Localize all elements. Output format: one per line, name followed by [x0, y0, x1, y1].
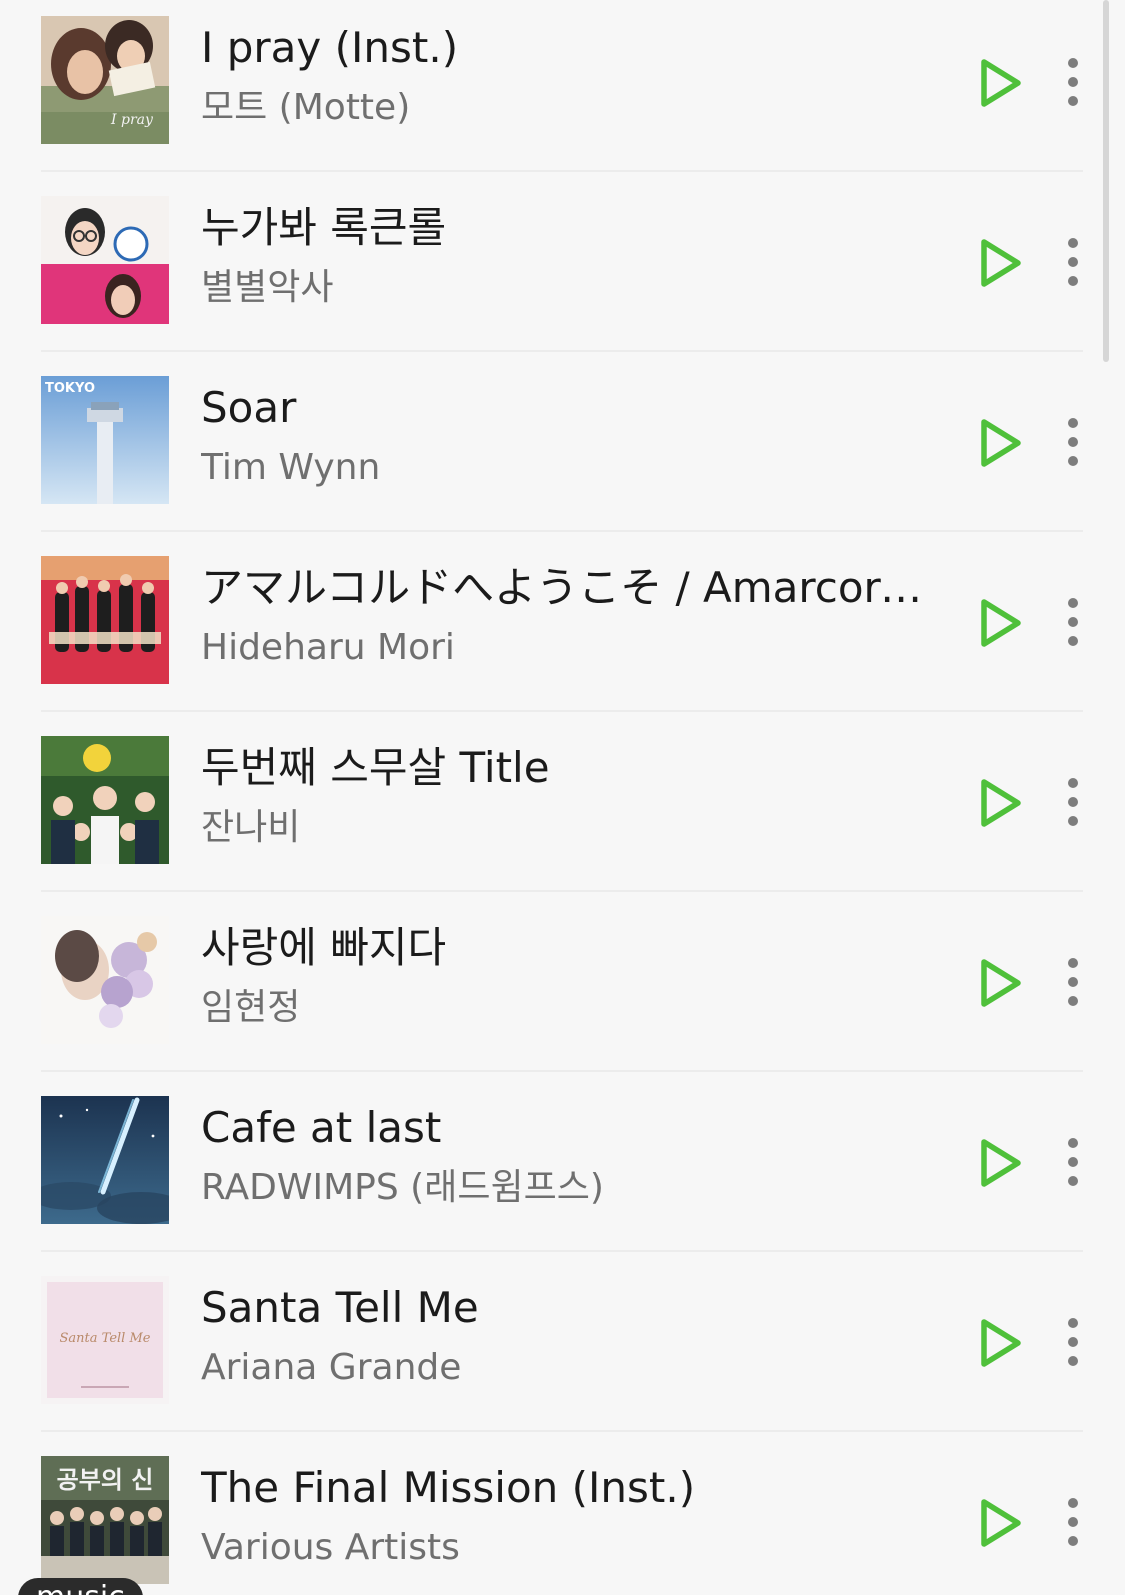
more-vert-icon	[1068, 58, 1078, 106]
play-icon	[981, 779, 1021, 827]
album-art-night-sky-icon	[41, 1096, 169, 1224]
cover-text: 공부의 신	[57, 1466, 154, 1494]
track-title: Cafe at last	[201, 1103, 442, 1152]
album-art-drama-couple-icon: I pray	[41, 16, 169, 144]
play-button[interactable]	[975, 1495, 1025, 1551]
album-art-floral-portrait-icon	[41, 916, 169, 1044]
cover-text: TOKYO	[45, 381, 95, 396]
track-title: アマルコルドへようこそ / Amarcord...	[201, 563, 936, 612]
track-row[interactable]: TOKYO Soar Tim Wynn	[0, 352, 1125, 532]
track-title: 누가봐 록큰롤	[201, 203, 447, 252]
music-tab-pill[interactable]: music	[18, 1578, 143, 1595]
album-art-green-cast-icon	[41, 736, 169, 864]
track-title: I pray (Inst.)	[201, 23, 459, 72]
album-art-red-group-icon	[41, 556, 169, 684]
play-icon	[981, 419, 1021, 467]
more-options-button[interactable]	[1060, 54, 1086, 110]
track-row[interactable]: Santa Tell Me Santa Tell Me Ariana Grand…	[0, 1252, 1125, 1432]
album-art-pink-script-icon: Santa Tell Me	[41, 1276, 169, 1404]
track-artist: RADWIMPS (래드윔프스)	[201, 1167, 604, 1208]
track-row[interactable]: 누가봐 록큰롤 별별악사	[0, 172, 1125, 352]
track-row[interactable]: 두번째 스무살 Title 잔나비	[0, 712, 1125, 892]
track-title: Santa Tell Me	[201, 1283, 479, 1332]
song-list-screen: I pray I pray (Inst.) 모트 (Motte) 누가봐 록큰롤…	[0, 0, 1125, 1595]
track-artist: 별별악사	[201, 267, 334, 308]
more-options-button[interactable]	[1060, 774, 1086, 830]
more-vert-icon	[1068, 1318, 1078, 1366]
track-artist: 잔나비	[201, 807, 301, 848]
scrollbar-thumb[interactable]	[1103, 0, 1109, 362]
more-vert-icon	[1068, 1138, 1078, 1186]
track-title: 두번째 스무살 Title	[201, 743, 550, 792]
album-art-class-group-icon: 공부의 신	[41, 1456, 169, 1584]
track-row[interactable]: 공부의 신 The Final Mission (Inst.) Various …	[0, 1432, 1125, 1595]
more-options-button[interactable]	[1060, 1134, 1086, 1190]
track-row[interactable]: I pray I pray (Inst.) 모트 (Motte)	[0, 0, 1125, 172]
play-button[interactable]	[975, 1135, 1025, 1191]
track-artist: Ariana Grande	[201, 1347, 462, 1388]
more-options-button[interactable]	[1060, 1494, 1086, 1550]
track-artist: 모트 (Motte)	[201, 87, 411, 128]
play-button[interactable]	[975, 955, 1025, 1011]
more-vert-icon	[1068, 238, 1078, 286]
svg-text:I pray: I pray	[110, 112, 154, 128]
album-art-pink-portrait-icon	[41, 196, 169, 324]
cover-text: Santa Tell Me	[60, 1331, 151, 1346]
more-options-button[interactable]	[1060, 954, 1086, 1010]
track-row[interactable]: アマルコルドへようこそ / Amarcord... Hideharu Mori	[0, 532, 1125, 712]
play-icon	[981, 1139, 1021, 1187]
track-artist: Hideharu Mori	[201, 627, 455, 668]
track-artist: Tim Wynn	[201, 447, 381, 488]
track-artist: Various Artists	[201, 1527, 460, 1568]
play-icon	[981, 239, 1021, 287]
play-icon	[981, 959, 1021, 1007]
play-icon	[981, 59, 1021, 107]
more-options-button[interactable]	[1060, 234, 1086, 290]
track-row[interactable]: 사랑에 빠지다 임현정	[0, 892, 1125, 1072]
play-button[interactable]	[975, 595, 1025, 651]
album-art-tokyo-airport-icon: TOKYO	[41, 376, 169, 504]
more-vert-icon	[1068, 418, 1078, 466]
track-artist: 임현정	[201, 987, 301, 1028]
track-list: I pray I pray (Inst.) 모트 (Motte) 누가봐 록큰롤…	[0, 0, 1125, 1595]
track-row[interactable]: Cafe at last RADWIMPS (래드윔프스)	[0, 1072, 1125, 1252]
more-options-button[interactable]	[1060, 1314, 1086, 1370]
play-button[interactable]	[975, 775, 1025, 831]
play-icon	[981, 599, 1021, 647]
more-vert-icon	[1068, 958, 1078, 1006]
play-button[interactable]	[975, 235, 1025, 291]
play-icon	[981, 1319, 1021, 1367]
more-options-button[interactable]	[1060, 594, 1086, 650]
track-title: 사랑에 빠지다	[201, 923, 447, 972]
track-title: The Final Mission (Inst.)	[201, 1463, 696, 1512]
more-options-button[interactable]	[1060, 414, 1086, 470]
play-icon	[981, 1499, 1021, 1547]
more-vert-icon	[1068, 598, 1078, 646]
track-title: Soar	[201, 383, 297, 432]
more-vert-icon	[1068, 1498, 1078, 1546]
play-button[interactable]	[975, 415, 1025, 471]
play-button[interactable]	[975, 55, 1025, 111]
play-button[interactable]	[975, 1315, 1025, 1371]
more-vert-icon	[1068, 778, 1078, 826]
